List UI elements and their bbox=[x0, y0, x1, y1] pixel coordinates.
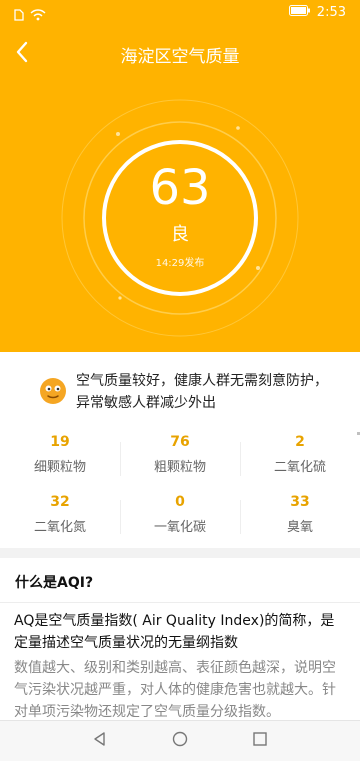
aqi-gauge: 63 良 14:29发布 bbox=[61, 99, 299, 337]
square-recents-icon bbox=[252, 731, 268, 751]
pollutant-value: 0 bbox=[175, 494, 185, 510]
pollutant-grid: 19 细颗粒物 76 粗颗粒物 2 二氧化硫 32 二氧化氮 0 一氧化碳 33… bbox=[0, 432, 360, 552]
pollutant-name: 二氧化氮 bbox=[33, 520, 86, 535]
publish-time: 14:29发布 bbox=[155, 257, 205, 269]
pollutant-name: 一氧化碳 bbox=[153, 520, 206, 535]
circle-home-icon bbox=[172, 731, 188, 751]
aqi-definition: AQ是空气质量指数( Air Quality Index)的简称，是定量描述空气… bbox=[14, 613, 335, 651]
nav-back-button[interactable] bbox=[88, 729, 112, 753]
aqi-description: 数值越大、级别和类别越高、表征颜色越深，说明空气污染状况越严重，对人体的健康危害… bbox=[14, 660, 336, 720]
air-summary: 空气质量较好，健康人群无需刻意防护，异常敏感人群减少外出 bbox=[0, 352, 360, 432]
pollutant-item: 33 臭氧 bbox=[240, 492, 360, 548]
pollutant-value: 2 bbox=[295, 434, 305, 450]
pollutant-value: 32 bbox=[50, 494, 70, 510]
pollutant-item: 0 一氧化碳 bbox=[120, 492, 240, 548]
column-divider bbox=[120, 500, 121, 534]
aqi-value: 63 bbox=[149, 159, 211, 216]
pollutant-item: 32 二氧化氮 bbox=[0, 492, 120, 548]
pollutant-name: 粗颗粒物 bbox=[153, 460, 206, 475]
pollutant-value: 19 bbox=[50, 434, 70, 450]
column-divider bbox=[240, 442, 241, 476]
status-bar: 2:53 bbox=[0, 0, 360, 28]
pollutant-item: 76 粗颗粒物 bbox=[120, 432, 240, 488]
column-divider bbox=[240, 500, 241, 534]
pollutant-item: 19 细颗粒物 bbox=[0, 432, 120, 488]
nav-home-button[interactable] bbox=[168, 729, 192, 753]
page-title: 海淀区空气质量 bbox=[120, 47, 240, 67]
divider bbox=[0, 602, 360, 603]
system-navigation-bar bbox=[0, 720, 360, 761]
about-aqi-title: 什么是AQI? bbox=[15, 575, 94, 591]
battery-icon bbox=[288, 5, 311, 20]
column-divider bbox=[120, 442, 121, 476]
pollutant-name: 细颗粒物 bbox=[33, 460, 86, 475]
pollutant-name: 臭氧 bbox=[286, 520, 313, 535]
aqi-hero: 2:53 海淀区空气质量 63 良 14:29发布 bbox=[0, 0, 360, 352]
summary-text: 空气质量较好，健康人群无需刻意防护，异常敏感人群减少外出 bbox=[76, 373, 328, 411]
pollutant-item: 2 二氧化硫 bbox=[240, 432, 360, 488]
status-time: 2:53 bbox=[316, 5, 346, 20]
smiley-face-icon bbox=[38, 376, 68, 406]
triangle-back-icon bbox=[92, 731, 108, 751]
pollutant-value: 76 bbox=[170, 434, 190, 450]
top-nav: 海淀区空气质量 bbox=[0, 36, 360, 72]
section-divider bbox=[0, 548, 360, 558]
sim-icon bbox=[14, 6, 24, 25]
aqi-level: 良 bbox=[171, 223, 189, 245]
pollutant-name: 二氧化硫 bbox=[273, 460, 326, 475]
nav-recents-button[interactable] bbox=[248, 729, 272, 753]
pollutant-value: 33 bbox=[290, 494, 310, 510]
wifi-icon bbox=[30, 6, 46, 25]
